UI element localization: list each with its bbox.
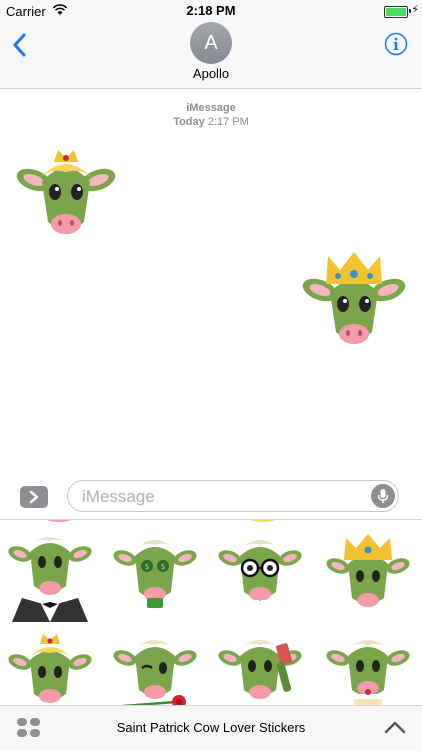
- partial-sticker-peek: [44, 520, 74, 522]
- nav-bar: A Apollo: [0, 22, 422, 89]
- drawer-sticker-cow-crown[interactable]: [326, 532, 410, 622]
- message-input[interactable]: iMessage: [67, 480, 399, 512]
- input-bar: iMessage: [0, 475, 422, 519]
- battery-icon: [384, 6, 408, 18]
- sticker-cow-gold-crown[interactable]: [300, 248, 408, 352]
- app-bar: Saint Patrick Cow Lover Stickers: [0, 705, 422, 751]
- drawer-sticker-cow-glasses[interactable]: [218, 532, 302, 622]
- charging-bolt-icon: ⚡: [411, 4, 419, 16]
- microphone-icon[interactable]: [371, 484, 395, 508]
- day-label: Today: [173, 116, 205, 128]
- chevron-up-icon[interactable]: [384, 718, 406, 736]
- sticker-drawer: $ $: [0, 519, 422, 706]
- expand-apps-button[interactable]: [20, 486, 48, 508]
- info-icon[interactable]: [384, 32, 408, 56]
- drawer-sticker-cow-rose[interactable]: [113, 632, 197, 706]
- service-label: iMessage: [186, 102, 236, 114]
- status-bar: Carrier 2:18 PM ⚡: [0, 0, 422, 22]
- back-chevron-icon[interactable]: [10, 32, 30, 58]
- svg-text:$: $: [160, 562, 165, 571]
- contact-name[interactable]: Apollo: [0, 66, 422, 81]
- drawer-sticker-cow-phone[interactable]: [218, 632, 302, 706]
- sticker-app-title: Saint Patrick Cow Lover Stickers: [116, 720, 306, 735]
- message-placeholder: iMessage: [82, 487, 155, 506]
- drawer-sticker-cow-cake[interactable]: [326, 632, 410, 706]
- svg-text:$: $: [144, 562, 149, 571]
- clock-time: 2:18 PM: [186, 3, 236, 18]
- drawer-sticker-cow-tuxedo[interactable]: [8, 532, 92, 622]
- contact-avatar[interactable]: A: [190, 22, 232, 64]
- sticker-cow-blond-tiara[interactable]: [14, 142, 118, 242]
- partial-sticker-peek: [248, 520, 278, 522]
- drawer-sticker-cow-coins-eyes[interactable]: $ $: [113, 532, 197, 622]
- drawer-sticker-cow-blond-tiara[interactable]: [8, 632, 92, 706]
- time-label: 2:17 PM: [207, 116, 249, 128]
- conversation-header: iMessage Today 2:17 PM: [0, 101, 422, 129]
